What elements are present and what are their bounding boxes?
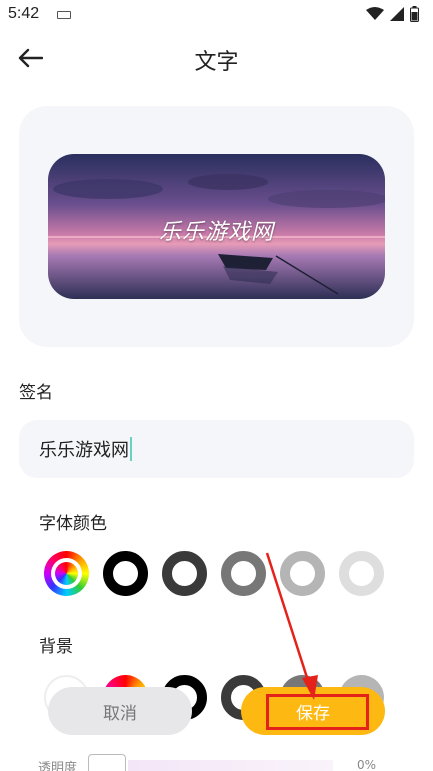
text-caret	[130, 437, 132, 461]
font-color-options	[44, 551, 384, 596]
signature-input-value: 乐乐游戏网	[39, 440, 129, 461]
signal-icon	[390, 7, 404, 21]
opacity-label: 透明度	[38, 761, 78, 771]
status-time: 5:42	[8, 5, 40, 22]
signature-label: 签名	[19, 383, 53, 403]
opacity-row: 透明度 0%	[38, 754, 398, 771]
font-color-option-gray[interactable]	[221, 551, 266, 596]
cancel-button[interactable]: 取消	[48, 687, 192, 735]
opacity-slider-thumb[interactable]	[88, 754, 126, 771]
font-color-option-darkgray[interactable]	[162, 551, 207, 596]
top-bar: 文字	[0, 36, 433, 80]
font-color-label: 字体颜色	[39, 514, 107, 534]
preview-signature-text: 乐乐游戏网	[158, 220, 274, 245]
font-color-option-silver[interactable]	[339, 551, 384, 596]
battery-icon	[410, 6, 419, 22]
font-color-option-lightgray[interactable]	[280, 551, 325, 596]
keyboard-icon	[57, 11, 71, 19]
preview-card: 乐乐游戏网	[19, 106, 414, 347]
background-label: 背景	[39, 637, 73, 657]
status-icons	[366, 6, 419, 22]
opacity-slider-track[interactable]	[128, 760, 333, 771]
save-button[interactable]: 保存	[241, 687, 385, 735]
font-color-option-black[interactable]	[103, 551, 148, 596]
font-color-custom-picker[interactable]	[44, 551, 89, 596]
wifi-icon	[366, 7, 384, 20]
signature-input[interactable]: 乐乐游戏网	[19, 420, 414, 478]
status-bar: 5:42	[0, 0, 433, 32]
preview-banner-image: 乐乐游戏网	[48, 154, 385, 299]
opacity-value: 0%	[356, 758, 376, 771]
page-title: 文字	[194, 50, 239, 75]
